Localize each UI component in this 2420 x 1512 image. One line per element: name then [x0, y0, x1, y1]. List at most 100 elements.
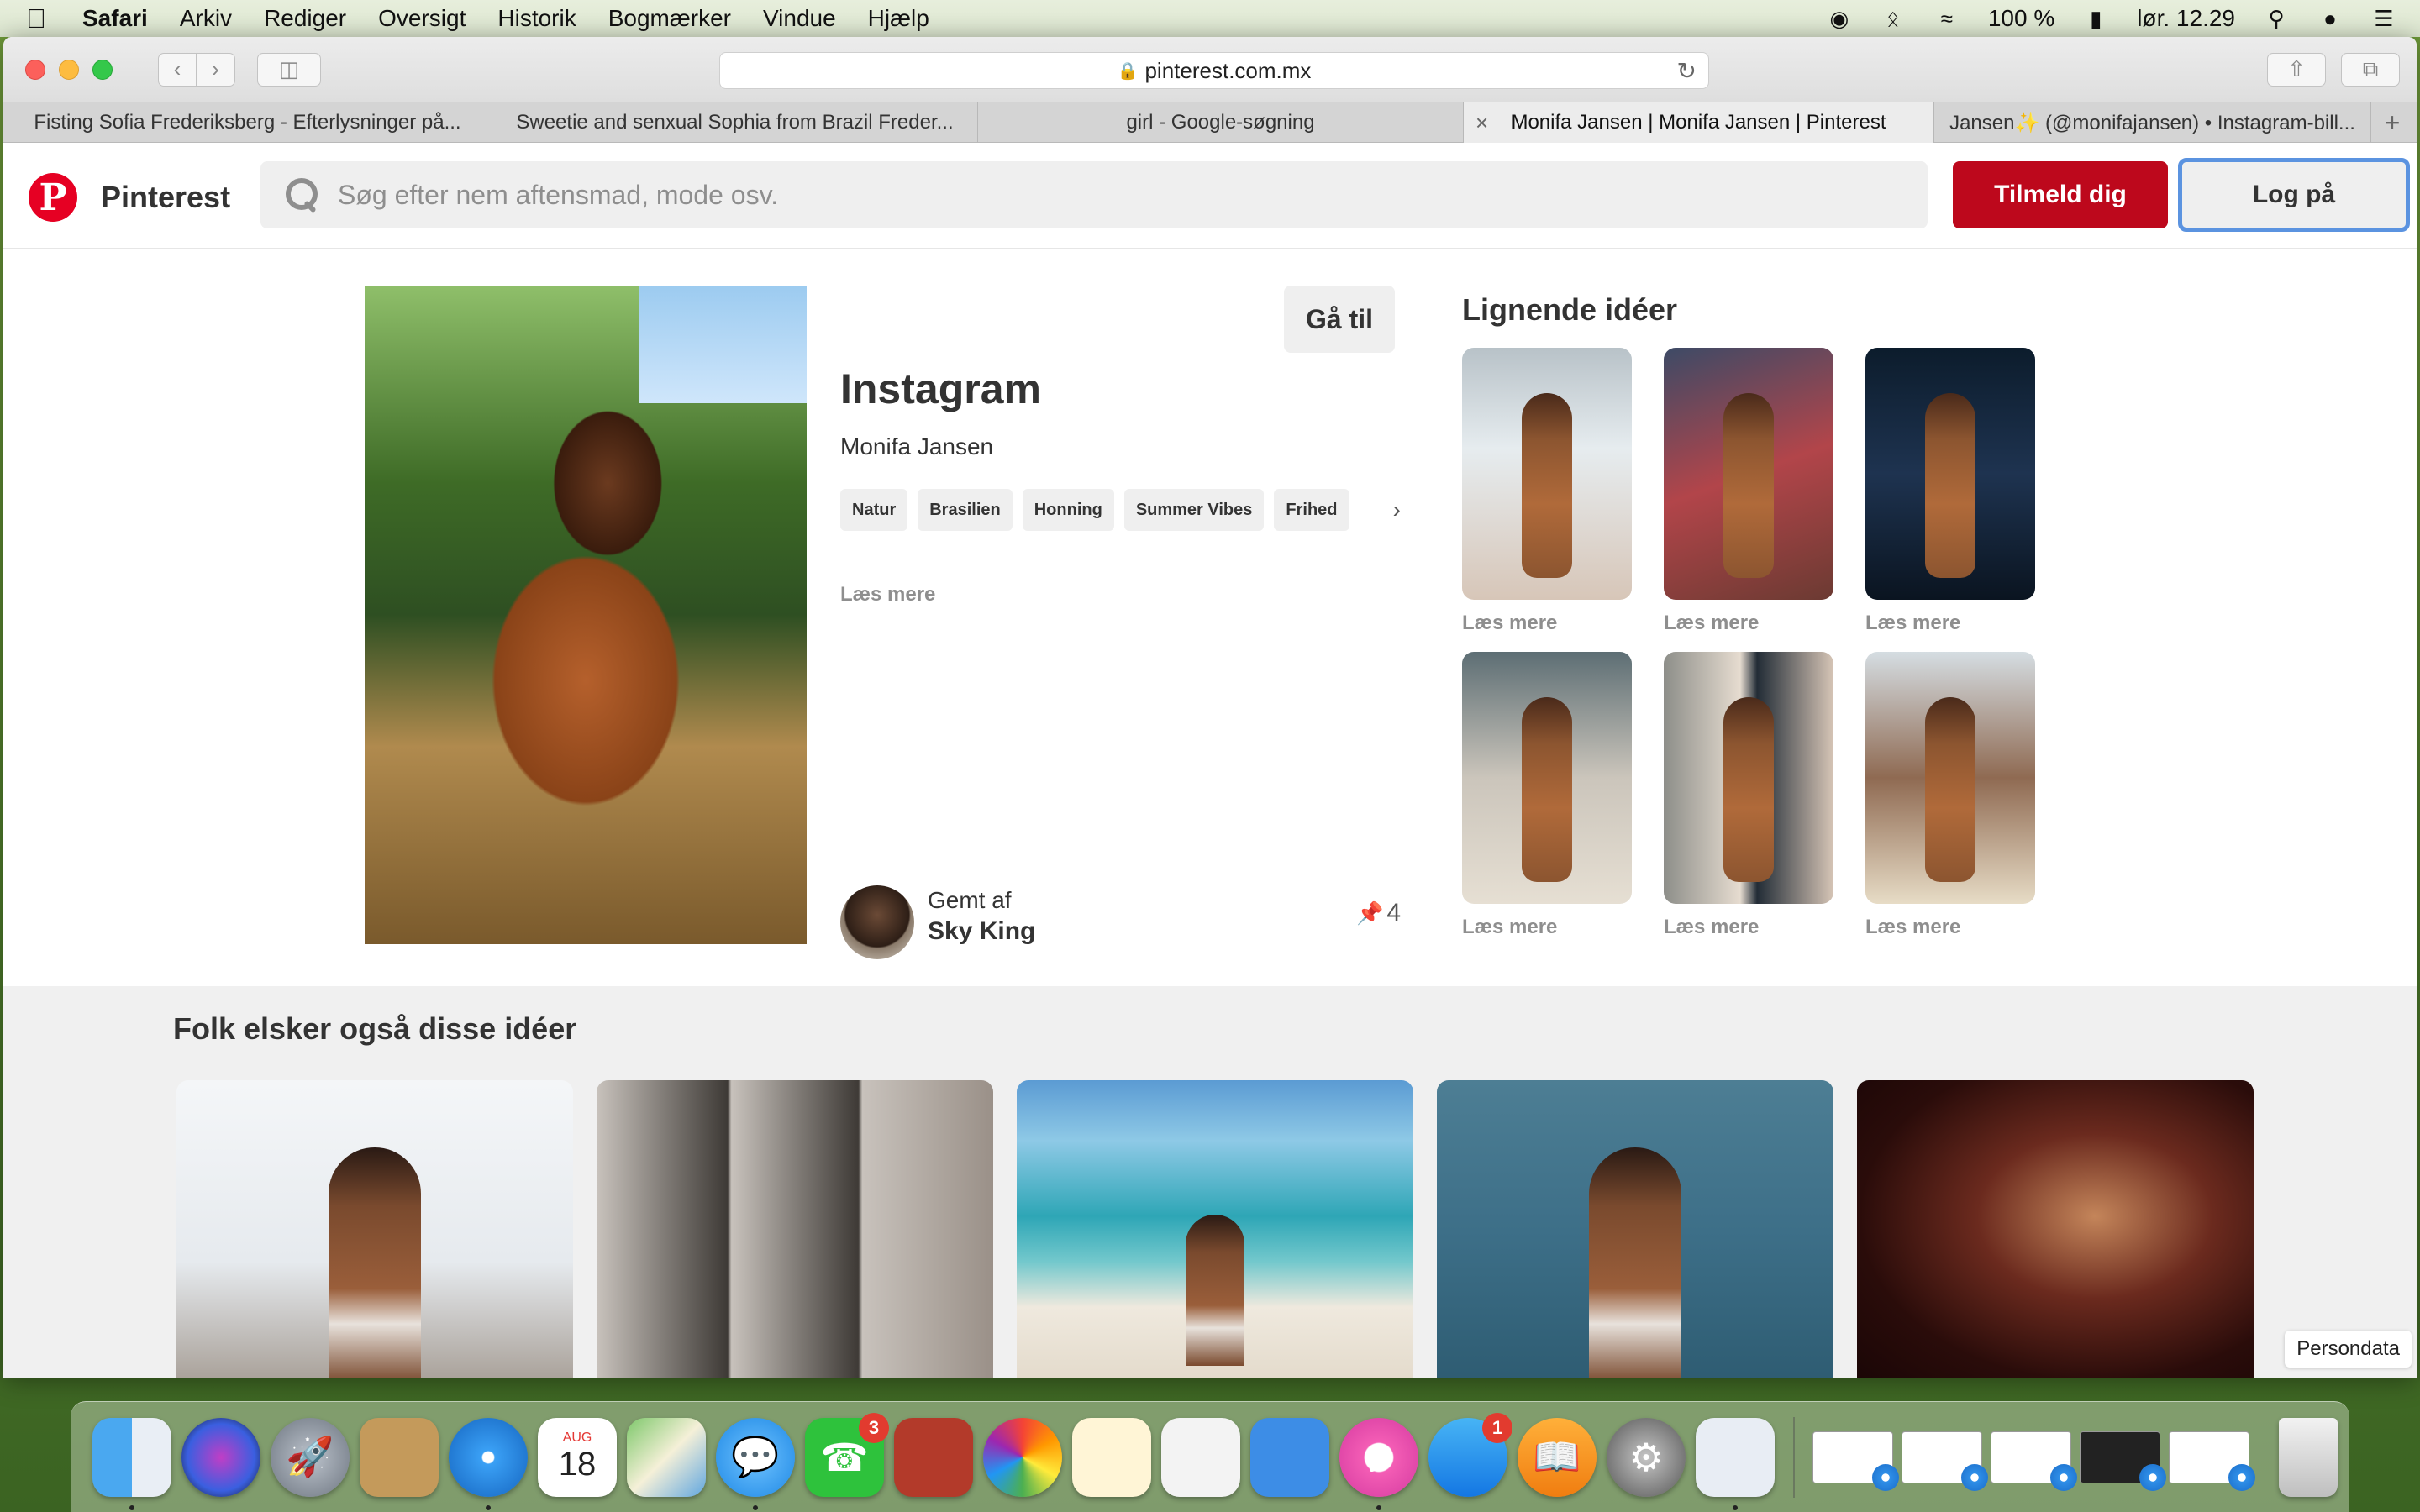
pin-author[interactable]: Monifa Jansen	[840, 433, 993, 460]
battery-icon[interactable]: ▮	[2083, 6, 2108, 31]
safari-icon[interactable]	[449, 1417, 528, 1510]
menu-app-safari[interactable]: Safari	[82, 5, 148, 32]
finder-icon[interactable]	[92, 1417, 171, 1510]
numbers-icon[interactable]	[1161, 1417, 1240, 1497]
photos-icon[interactable]	[983, 1417, 1062, 1497]
trash-icon[interactable]	[2279, 1417, 2338, 1497]
tag-chip[interactable]: Summer Vibes	[1123, 489, 1265, 531]
tag-chip[interactable]: Honning	[1022, 489, 1114, 531]
itunes-icon[interactable]: ♫	[1339, 1417, 1418, 1510]
menu-oversigt[interactable]: Oversigt	[378, 5, 466, 32]
also-pin[interactable]	[597, 1080, 993, 1378]
similar-pin[interactable]	[1664, 348, 1833, 600]
tab-3-active[interactable]: × Monifa Jansen | Monifa Jansen | Pinter…	[1464, 102, 1934, 143]
figure-shape	[1723, 697, 1774, 882]
similar-read-more[interactable]: Læs mere	[1664, 612, 1759, 635]
calendar-icon[interactable]: AUG 18	[538, 1417, 617, 1497]
photo-booth-icon[interactable]	[894, 1417, 973, 1497]
keynote-icon[interactable]	[1250, 1417, 1329, 1497]
similar-pin[interactable]	[1462, 348, 1632, 600]
menu-hjaelp[interactable]: Hjælp	[868, 5, 929, 32]
saved-by-name[interactable]: Sky King	[928, 917, 1035, 946]
fullscreen-window-button[interactable]	[92, 59, 113, 80]
menu-arkiv[interactable]: Arkiv	[180, 5, 232, 32]
address-bar[interactable]: 🔒 pinterest.com.mx ↻	[719, 52, 1709, 89]
minimized-window-thumbnail[interactable]	[2169, 1431, 2255, 1491]
sidebar-toggle-button[interactable]: ◫	[257, 52, 321, 87]
battery-percent[interactable]: 100 %	[1988, 5, 2054, 32]
siri-icon[interactable]: ●	[2317, 6, 2343, 31]
also-pin[interactable]	[1437, 1080, 1833, 1378]
signup-button[interactable]: Tilmeld dig	[1953, 161, 2168, 228]
similar-pin[interactable]	[1664, 652, 1833, 904]
avatar[interactable]	[840, 885, 914, 959]
launchpad-icon[interactable]: 🚀	[271, 1417, 350, 1497]
search-input[interactable]	[338, 179, 1850, 211]
also-pin[interactable]	[1857, 1080, 2254, 1378]
minimized-window-thumbnail[interactable]	[2080, 1431, 2166, 1491]
similar-read-more[interactable]: Læs mere	[1865, 916, 1960, 939]
bluetooth-icon[interactable]: ᛟ	[1881, 6, 1906, 31]
reload-icon[interactable]: ↻	[1677, 57, 1697, 85]
minimize-window-button[interactable]	[59, 59, 79, 80]
new-tab-button[interactable]: +	[2371, 102, 2413, 143]
siri-icon[interactable]	[182, 1417, 260, 1497]
wifi-icon[interactable]: ≈	[1934, 6, 1960, 31]
persondata-button[interactable]: Persondata	[2285, 1331, 2412, 1368]
notification-badge: 3	[859, 1412, 889, 1443]
spotlight-search-icon[interactable]: ⚲	[2264, 6, 2289, 31]
close-tab-icon[interactable]: ×	[1476, 110, 1488, 136]
pages-icon[interactable]	[1072, 1417, 1151, 1497]
similar-pin[interactable]	[1462, 652, 1632, 904]
menu-vindue[interactable]: Vindue	[763, 5, 836, 32]
menu-historik[interactable]: Historik	[497, 5, 576, 32]
similar-pin[interactable]	[1865, 652, 2035, 904]
pinterest-brand[interactable]: Pinterest	[101, 180, 230, 215]
forward-button[interactable]: ›	[197, 52, 235, 87]
pin-image[interactable]	[365, 286, 807, 944]
share-button[interactable]: ⇧	[2267, 52, 2326, 87]
goto-button[interactable]: Gå til	[1284, 286, 1395, 353]
tab-0[interactable]: Fisting Sofia Frederiksberg - Efterlysni…	[3, 102, 492, 143]
search-bar[interactable]	[260, 161, 1928, 228]
tag-chip[interactable]: Frihed	[1274, 489, 1349, 531]
similar-read-more[interactable]: Læs mere	[1865, 612, 1960, 635]
minimized-window-thumbnail[interactable]	[1812, 1431, 1899, 1491]
apple-menu-icon[interactable]: 	[24, 3, 49, 34]
also-pin[interactable]	[176, 1080, 573, 1378]
facetime-icon[interactable]: ☎ 3	[805, 1412, 889, 1497]
menu-bar:  Safari Arkiv Rediger Oversigt Historik…	[0, 0, 2420, 37]
similar-pin[interactable]	[1865, 348, 2035, 600]
notification-center-icon[interactable]: ☰	[2371, 6, 2396, 31]
running-indicator	[753, 1504, 758, 1510]
maps-icon[interactable]	[627, 1417, 706, 1497]
contacts-icon[interactable]	[360, 1417, 439, 1497]
login-button[interactable]: Log på	[2178, 158, 2410, 232]
minimized-window-thumbnail[interactable]	[1902, 1431, 1988, 1491]
show-tabs-button[interactable]: ⧉	[2341, 52, 2400, 87]
pinterest-logo-icon[interactable]: P	[29, 173, 77, 222]
minimized-window-thumbnail[interactable]	[1991, 1431, 2077, 1491]
similar-read-more[interactable]: Læs mere	[1664, 916, 1759, 939]
messages-icon[interactable]: 💬	[716, 1417, 795, 1510]
similar-read-more[interactable]: Læs mere	[1462, 916, 1557, 939]
system-preferences-icon[interactable]: ⚙	[1607, 1417, 1686, 1497]
tag-chip[interactable]: Natur	[840, 489, 908, 531]
ibooks-icon[interactable]: 📖	[1518, 1417, 1597, 1497]
tag-chip[interactable]: Brasilien	[918, 489, 1013, 531]
pin-read-more[interactable]: Læs mere	[840, 583, 935, 606]
vpn-icon[interactable]: ◉	[1827, 6, 1852, 31]
close-window-button[interactable]	[25, 59, 45, 80]
menu-rediger[interactable]: Rediger	[264, 5, 346, 32]
preview-icon[interactable]	[1696, 1417, 1775, 1510]
back-button[interactable]: ‹	[158, 52, 197, 87]
also-pin[interactable]	[1017, 1080, 1413, 1378]
similar-read-more[interactable]: Læs mere	[1462, 612, 1557, 635]
app-store-icon[interactable]: 1	[1428, 1412, 1512, 1497]
menu-bogmaerker[interactable]: Bogmærker	[608, 5, 731, 32]
clock[interactable]: lør. 12.29	[2137, 5, 2235, 32]
tab-4[interactable]: Jansen✨ (@monifajansen) • Instagram-bill…	[1934, 102, 2371, 143]
tab-2[interactable]: girl - Google-søgning	[978, 102, 1464, 143]
tab-1[interactable]: Sweetie and senxual Sophia from Brazil F…	[492, 102, 978, 143]
chevron-right-icon[interactable]: ›	[1393, 496, 1401, 523]
